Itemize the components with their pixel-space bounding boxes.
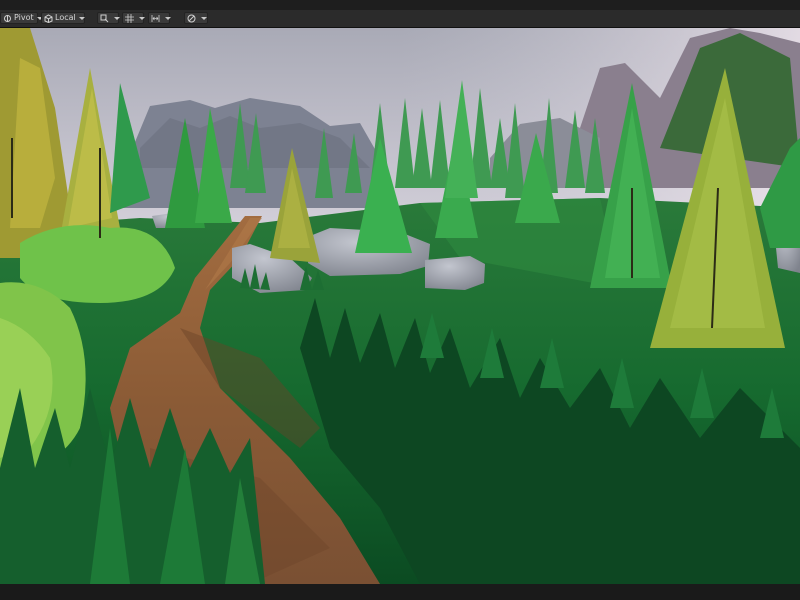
editor-top-bar xyxy=(0,0,800,10)
local-cube-icon xyxy=(44,13,53,23)
forest-scene xyxy=(0,28,800,584)
local-button[interactable]: Local xyxy=(41,12,85,24)
visibility-button[interactable] xyxy=(184,12,208,24)
increment-snap-button[interactable] xyxy=(148,12,171,24)
chevron-down-icon xyxy=(114,16,120,20)
editor-bottom-bar xyxy=(0,584,800,600)
transform-icon xyxy=(100,14,109,23)
increment-snap-icon xyxy=(151,14,160,23)
grid-snap-icon xyxy=(125,13,134,23)
pivot-button[interactable]: Pivot xyxy=(0,12,43,24)
chevron-down-icon xyxy=(165,16,171,20)
chevron-down-icon xyxy=(201,16,207,20)
scene-toolbar: Pivot Local xyxy=(0,10,800,28)
pivot-icon xyxy=(3,14,12,23)
local-label: Local xyxy=(55,13,76,22)
scene-viewport[interactable] xyxy=(0,28,800,584)
chevron-down-icon xyxy=(78,16,85,20)
pivot-label: Pivot xyxy=(14,13,34,22)
transform-snap-button[interactable] xyxy=(97,12,120,24)
grid-snap-button[interactable] xyxy=(122,12,145,24)
visibility-icon xyxy=(187,14,196,23)
chevron-down-icon xyxy=(139,16,145,20)
